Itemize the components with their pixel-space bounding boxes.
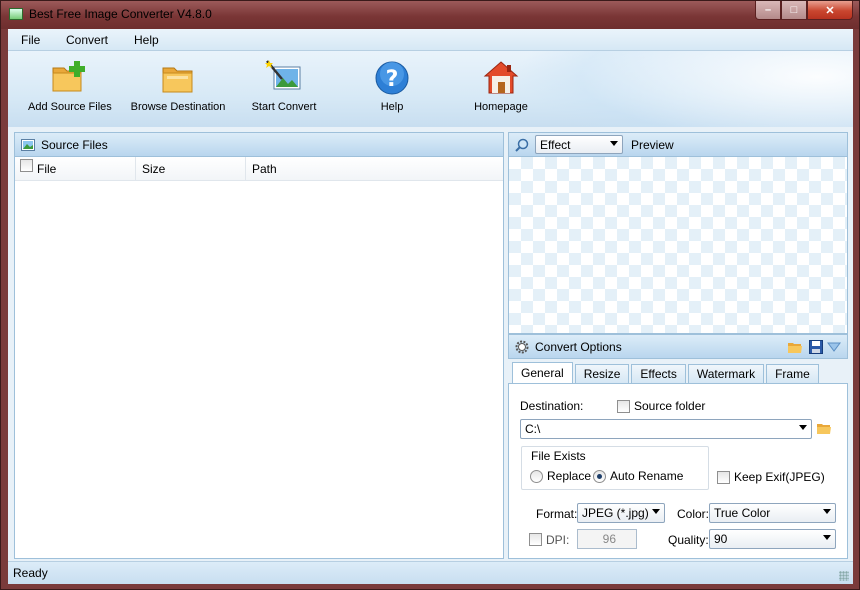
add-source-files-button[interactable]: Add Source Files	[28, 59, 112, 113]
browse-destination-label: Browse Destination	[130, 101, 226, 113]
convert-options-title: Convert Options	[535, 339, 622, 354]
file-list[interactable]: File Size Path	[14, 157, 504, 559]
chevron-down-icon	[823, 535, 831, 540]
start-convert-button[interactable]: Start Convert	[246, 59, 322, 113]
svg-text:?: ?	[386, 67, 399, 92]
preview-header: Effect Preview	[508, 132, 848, 157]
app-window: Best Free Image Converter V4.8.0 – □ ✕ F…	[0, 0, 860, 590]
image-icon	[21, 138, 35, 152]
convert-options-panel: Convert Options General Resize Effects W…	[508, 334, 848, 559]
replace-radio[interactable]	[530, 470, 543, 483]
general-tab-body: Destination: Source folder C:\ File Exis…	[508, 383, 848, 559]
file-exists-group: File Exists Replace Auto Rename	[521, 446, 709, 490]
chevron-down-icon	[823, 509, 831, 514]
preview-canvas	[508, 157, 848, 334]
format-value: JPEG (*.jpg)	[582, 506, 649, 520]
homepage-button[interactable]: Homepage	[466, 59, 536, 113]
destination-value: C:\	[525, 422, 541, 436]
preview-panel: Effect Preview	[508, 132, 848, 334]
format-label: Format:	[536, 507, 578, 521]
source-files-panel: Source Files File Size Path	[14, 132, 504, 559]
status-bar: Ready	[8, 561, 853, 584]
collapse-icon[interactable]	[827, 341, 841, 355]
help-icon: ?	[373, 59, 411, 97]
dpi-label: DPI:	[546, 533, 570, 547]
color-value: True Color	[714, 506, 771, 520]
dpi-stepper[interactable]: 96	[577, 529, 637, 549]
column-size-label: Size	[142, 162, 166, 176]
options-tabs: General Resize Effects Watermark Frame	[512, 362, 819, 384]
title-bar[interactable]: Best Free Image Converter V4.8.0 – □ ✕	[1, 1, 859, 29]
destination-label: Destination:	[520, 399, 584, 413]
homepage-label: Homepage	[474, 101, 528, 113]
column-path[interactable]: Path	[246, 157, 503, 181]
tab-watermark[interactable]: Watermark	[687, 364, 765, 384]
source-files-header: Source Files	[14, 132, 504, 157]
tab-frame[interactable]: Frame	[766, 364, 819, 384]
resize-grip[interactable]	[839, 571, 849, 581]
source-files-title: Source Files	[41, 137, 108, 152]
gear-icon	[515, 340, 529, 354]
folder-icon	[159, 59, 197, 97]
add-source-files-label: Add Source Files	[28, 101, 112, 113]
column-size[interactable]: Size	[136, 157, 246, 181]
keep-exif-label: Keep Exif(JPEG)	[734, 470, 825, 484]
auto-rename-radio[interactable]	[593, 470, 606, 483]
auto-rename-label: Auto Rename	[610, 469, 684, 483]
status-text: Ready	[13, 566, 48, 580]
close-button[interactable]: ✕	[807, 1, 853, 20]
browse-folder-icon[interactable]	[816, 421, 832, 438]
home-icon	[482, 59, 520, 97]
dpi-checkbox[interactable]	[529, 533, 542, 546]
destination-combobox[interactable]: C:\	[520, 419, 812, 439]
tab-effects[interactable]: Effects	[631, 364, 686, 384]
replace-label: Replace	[547, 469, 592, 483]
menu-file[interactable]: File	[21, 33, 40, 47]
maximize-button[interactable]: □	[781, 1, 807, 20]
tab-general[interactable]: General	[512, 362, 573, 384]
save-icon[interactable]	[809, 340, 823, 354]
format-select[interactable]: JPEG (*.jpg)	[577, 503, 665, 523]
magic-wand-icon	[265, 59, 303, 97]
toolbar: Add Source Files Browse Destination Star…	[8, 51, 853, 127]
app-icon	[9, 8, 23, 20]
quality-value: 90	[714, 532, 728, 546]
browse-destination-button[interactable]: Browse Destination	[128, 59, 228, 113]
minimize-button[interactable]: –	[755, 1, 781, 20]
file-exists-label: File Exists	[529, 449, 588, 463]
dpi-value: 96	[602, 532, 616, 546]
window-title: Best Free Image Converter V4.8.0	[29, 7, 212, 21]
select-all-checkbox[interactable]	[20, 159, 33, 172]
effect-select[interactable]: Effect	[535, 135, 623, 154]
column-path-label: Path	[252, 162, 277, 176]
effect-select-value: Effect	[540, 138, 571, 152]
color-select[interactable]: True Color	[709, 503, 836, 523]
help-button[interactable]: ? Help	[360, 59, 424, 113]
list-header: File Size Path	[15, 157, 503, 181]
add-folder-icon	[50, 59, 88, 97]
chevron-down-icon	[610, 141, 618, 146]
menu-bar: File Convert Help	[8, 29, 853, 51]
menu-help[interactable]: Help	[134, 33, 159, 47]
keep-exif-checkbox[interactable]	[717, 471, 730, 484]
start-convert-label: Start Convert	[251, 101, 317, 113]
open-folder-icon[interactable]	[787, 340, 802, 354]
menu-convert[interactable]: Convert	[66, 33, 108, 47]
tab-resize[interactable]: Resize	[574, 364, 630, 384]
magnifier-icon	[515, 138, 529, 152]
convert-options-header: Convert Options	[508, 334, 848, 359]
column-file-label: File	[37, 162, 57, 176]
quality-select[interactable]: 90	[709, 529, 836, 549]
preview-title: Preview	[631, 137, 674, 152]
color-label: Color:	[677, 507, 710, 521]
help-label: Help	[380, 101, 404, 113]
chevron-down-icon	[652, 509, 660, 514]
chevron-down-icon	[799, 425, 807, 430]
source-folder-checkbox[interactable]	[617, 400, 630, 413]
source-folder-label: Source folder	[634, 399, 706, 413]
quality-label: Quality:	[668, 533, 709, 547]
column-file[interactable]: File	[15, 157, 136, 181]
client-area: File Convert Help Add Source Files Brows…	[8, 29, 853, 584]
